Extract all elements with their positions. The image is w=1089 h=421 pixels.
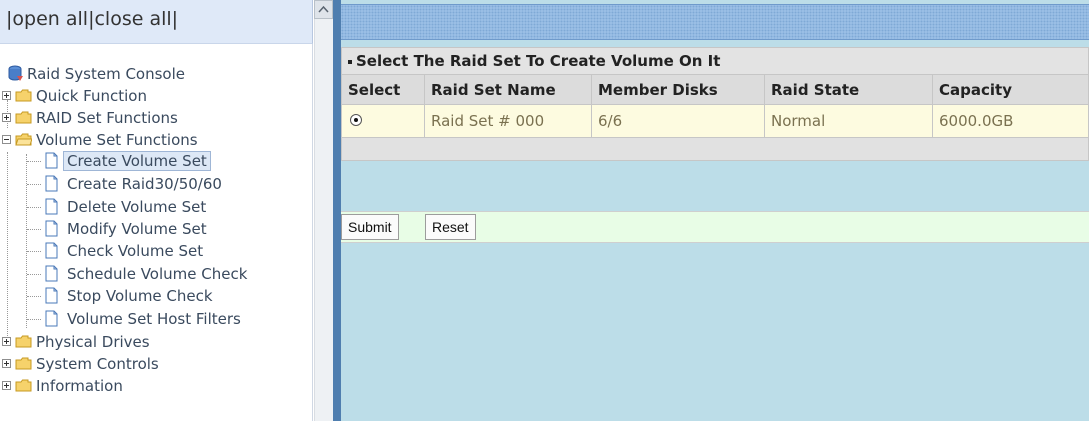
reset-button[interactable]: Reset [425, 214, 476, 240]
tree-item-label: Create Raid30/50/60 [67, 175, 222, 193]
document-icon [45, 242, 58, 259]
column-header-raid-state: Raid State [764, 74, 933, 105]
select-cell [341, 104, 425, 138]
tree-connector [26, 154, 27, 328]
folder-open-icon [15, 133, 32, 146]
raid-set-radio[interactable] [350, 114, 362, 126]
table-section-header: Select The Raid Set To Create Volume On … [341, 47, 1089, 75]
column-header-raid-set-name: Raid Set Name [424, 74, 592, 105]
document-icon [45, 310, 58, 327]
navigation-tree-panel: Raid System Console Quick Function RAID … [0, 44, 313, 421]
tree-connector [27, 274, 41, 275]
tree-item-label: System Controls [36, 355, 159, 373]
open-all-link[interactable]: open all [12, 8, 88, 30]
table-header-row: Select Raid Set Name Member Disks Raid S… [341, 74, 1089, 105]
submit-button[interactable]: Submit [341, 214, 399, 240]
tree-item-label: Schedule Volume Check [67, 265, 248, 283]
scroll-up-button[interactable] [314, 0, 333, 19]
frame-border [333, 0, 341, 421]
raid-set-table: Select The Raid Set To Create Volume On … [341, 47, 1089, 161]
database-icon [8, 65, 23, 81]
document-icon [45, 152, 58, 169]
tree-item-volume-set-functions[interactable]: Volume Set Functions [2, 130, 302, 150]
tree-item-label: Volume Set Functions [36, 131, 198, 149]
document-icon [45, 265, 58, 282]
tree-item-label: Volume Set Host Filters [67, 310, 241, 328]
tree-item-label: Quick Function [36, 87, 147, 105]
tree-item-quick-function[interactable]: Quick Function [2, 86, 302, 106]
column-header-select: Select [341, 74, 425, 105]
tree-item-information[interactable]: Information [2, 376, 302, 396]
tree-item-label: Modify Volume Set [67, 220, 207, 238]
scrollbar-track[interactable] [314, 19, 333, 421]
table-row[interactable]: Raid Set # 000 6/6 Normal 6000.0GB [341, 104, 1089, 138]
column-header-member-disks: Member Disks [591, 74, 765, 105]
table-footer-row [341, 137, 1089, 161]
tree-item-system-controls[interactable]: System Controls [2, 354, 302, 374]
document-icon [45, 198, 58, 215]
tree-item-label: Check Volume Set [67, 242, 204, 260]
bullet-icon [348, 59, 352, 64]
tree-connector [27, 184, 41, 185]
tree-item-label: Delete Volume Set [67, 198, 207, 216]
folder-icon [15, 379, 32, 392]
collapse-icon[interactable] [2, 135, 11, 144]
tree-root-label: Raid System Console [27, 65, 185, 83]
separator: | [171, 8, 179, 30]
chevron-up-icon [318, 5, 329, 13]
tree-item-label: RAID Set Functions [36, 109, 178, 127]
close-all-link[interactable]: close all [94, 8, 171, 30]
member-disks-cell: 6/6 [591, 104, 765, 138]
tree-connector [27, 319, 41, 320]
expand-icon[interactable] [2, 359, 11, 368]
tree-connector [27, 296, 41, 297]
document-icon [45, 175, 58, 192]
folder-icon [15, 357, 32, 370]
column-header-capacity: Capacity [932, 74, 1089, 105]
raid-state-cell: Normal [764, 104, 933, 138]
form-button-bar: Submit Reset [341, 211, 1089, 243]
main-content: Select The Raid Set To Create Volume On … [341, 44, 1089, 421]
tree-item-label: Stop Volume Check [67, 287, 213, 305]
document-icon [45, 287, 58, 304]
tree-connector [27, 207, 41, 208]
navigation-frame: |open all|close all| Raid System Console [0, 0, 333, 421]
tree-connector [27, 251, 41, 252]
expand-icon[interactable] [2, 381, 11, 390]
tree-toggle-bar: |open all|close all| [0, 0, 313, 44]
document-icon [45, 220, 58, 237]
expand-icon[interactable] [2, 113, 11, 122]
tree-item-raid-set-functions[interactable]: RAID Set Functions [2, 108, 302, 128]
tree-connector [27, 229, 41, 230]
tree-item-label: Physical Drives [36, 333, 150, 351]
folder-icon [15, 89, 32, 102]
tree-item-physical-drives[interactable]: Physical Drives [2, 332, 302, 352]
expand-icon[interactable] [2, 337, 11, 346]
tree-connector [27, 161, 41, 162]
section-title: Select The Raid Set To Create Volume On … [356, 52, 721, 70]
content-frame: Select The Raid Set To Create Volume On … [333, 0, 1089, 421]
tree-item-label: Create Volume Set [63, 151, 211, 171]
capacity-cell: 6000.0GB [932, 104, 1089, 138]
raid-set-name-cell: Raid Set # 000 [424, 104, 592, 138]
expand-icon[interactable] [2, 91, 11, 100]
tree-connector [7, 152, 8, 344]
folder-icon [15, 335, 32, 348]
folder-icon [15, 111, 32, 124]
tree-item-label: Information [36, 377, 123, 395]
content-header-banner [341, 4, 1089, 40]
